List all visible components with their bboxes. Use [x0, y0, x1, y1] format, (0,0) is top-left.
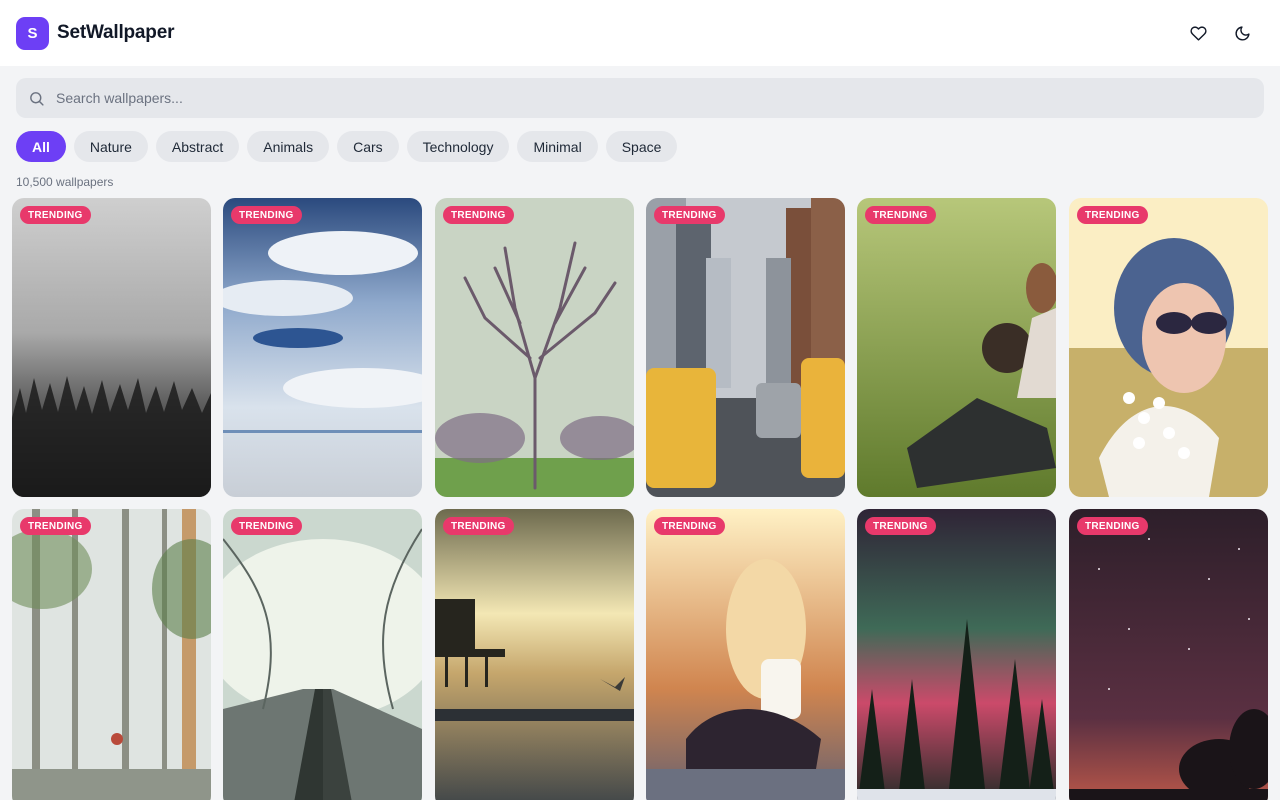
- trending-badge: TRENDING: [654, 206, 725, 224]
- wallpaper-image-foggy-birch-forest: [12, 509, 211, 800]
- wallpaper-card[interactable]: TRENDING: [646, 509, 845, 800]
- favorites-button[interactable]: [1180, 15, 1216, 51]
- wallpaper-card[interactable]: TRENDING: [223, 198, 422, 497]
- category-chip-cars[interactable]: Cars: [337, 131, 399, 162]
- wallpaper-card[interactable]: TRENDING: [12, 509, 211, 800]
- category-filters: All Nature Abstract Animals Cars Technol…: [16, 131, 678, 162]
- trending-badge: TRENDING: [1077, 517, 1148, 535]
- trending-badge: TRENDING: [865, 517, 936, 535]
- trending-badge: TRENDING: [865, 206, 936, 224]
- wallpaper-image-girl-sunglasses-flowers: [1069, 198, 1268, 497]
- wallpaper-image-starry-night: [1069, 509, 1268, 800]
- search-bar[interactable]: [16, 78, 1264, 118]
- category-chip-animals[interactable]: Animals: [247, 131, 330, 162]
- moon-icon: [1235, 25, 1250, 40]
- category-chip-space[interactable]: Space: [605, 131, 678, 162]
- category-chip-nature[interactable]: Nature: [73, 131, 148, 162]
- wallpaper-card[interactable]: TRENDING: [857, 509, 1056, 800]
- search-input[interactable]: [56, 90, 1252, 106]
- wallpaper-card[interactable]: TRENDING: [1069, 198, 1268, 497]
- wallpaper-image-misty-forest: [12, 198, 211, 497]
- category-chip-minimal[interactable]: Minimal: [517, 131, 598, 162]
- trending-badge: TRENDING: [231, 206, 302, 224]
- wallpaper-card[interactable]: TRENDING: [1069, 509, 1268, 800]
- wallpaper-image-bare-tree: [435, 198, 634, 497]
- wallpaper-card[interactable]: TRENDING: [435, 198, 634, 497]
- wallpaper-card[interactable]: TRENDING: [435, 509, 634, 800]
- trending-badge: TRENDING: [20, 517, 91, 535]
- theme-toggle-button[interactable]: [1224, 15, 1260, 51]
- wallpaper-card[interactable]: TRENDING: [646, 198, 845, 497]
- result-count: 10,500 wallpapers: [16, 175, 114, 189]
- app-title[interactable]: SetWallpaper: [57, 22, 174, 44]
- category-chip-all[interactable]: All: [16, 131, 66, 162]
- wallpaper-image-grass-dog: [857, 198, 1056, 497]
- wallpaper-image-railway-fog: [223, 509, 422, 800]
- trending-badge: TRENDING: [443, 206, 514, 224]
- top-bar: S SetWallpaper: [0, 0, 1280, 66]
- trending-badge: TRENDING: [443, 517, 514, 535]
- search-icon: [30, 91, 44, 106]
- heart-icon: [1189, 25, 1207, 41]
- category-chip-abstract[interactable]: Abstract: [155, 131, 240, 162]
- trending-badge: TRENDING: [654, 517, 725, 535]
- wallpaper-card[interactable]: TRENDING: [223, 509, 422, 800]
- category-chip-technology[interactable]: Technology: [406, 131, 510, 162]
- logo-letter: S: [27, 24, 38, 42]
- app-logo[interactable]: S: [16, 16, 49, 50]
- trending-badge: TRENDING: [231, 517, 302, 535]
- wallpaper-image-girl-sunlight: [646, 509, 845, 800]
- trending-badge: TRENDING: [20, 206, 91, 224]
- wallpaper-card[interactable]: TRENDING: [857, 198, 1056, 497]
- wallpaper-image-city-taxis: [646, 198, 845, 497]
- trending-badge: TRENDING: [1077, 206, 1148, 224]
- wallpaper-image-pier-sunset: [435, 509, 634, 800]
- wallpaper-image-clouds-reflection: [223, 198, 422, 497]
- wallpaper-image-aurora-trees: [857, 509, 1056, 800]
- wallpaper-card[interactable]: TRENDING: [12, 198, 211, 497]
